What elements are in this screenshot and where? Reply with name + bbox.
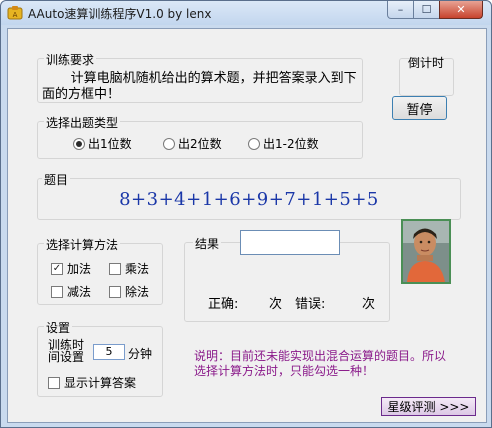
digit-type-label: 选择出题类型 bbox=[44, 114, 121, 131]
problem-group: 题目 8+3+4+1+6+9+7+1+5+5 bbox=[37, 171, 461, 220]
checkbox-label: 显示计算答案 bbox=[64, 376, 137, 390]
result-label: 结果 bbox=[193, 235, 222, 252]
user-photo bbox=[401, 219, 451, 284]
requirements-label: 训练要求 bbox=[44, 51, 97, 68]
checkbox-indicator bbox=[109, 285, 121, 298]
method-label: 选择计算方法 bbox=[44, 236, 121, 253]
wrong-unit: 次 bbox=[362, 297, 376, 312]
requirements-text: 计算电脑机随机给出的算术题，并把答案录入到下面的方框中！ bbox=[42, 71, 357, 102]
time-input[interactable]: 5 bbox=[93, 344, 125, 360]
countdown-panel: 倒计时 bbox=[399, 56, 454, 96]
checkbox-label: 减法 bbox=[67, 285, 92, 299]
checkbox-division[interactable]: 除法 bbox=[109, 283, 149, 300]
time-setting-label: 训练时间设置 bbox=[48, 338, 85, 364]
problem-expression: 8+3+4+1+6+9+7+1+5+5 bbox=[119, 189, 379, 210]
checkbox-subtraction[interactable]: 减法 bbox=[51, 283, 91, 300]
checkbox-indicator bbox=[109, 262, 121, 275]
wrong-label: 错误: bbox=[295, 297, 326, 312]
window-title: AAuto速算训练程序V1.0 by lenx bbox=[28, 7, 212, 21]
answer-input[interactable] bbox=[240, 230, 340, 255]
radio-label: 出1位数 bbox=[88, 137, 132, 151]
close-button[interactable]: ✕ bbox=[439, 1, 483, 19]
radio-label: 出1-2位数 bbox=[263, 137, 319, 151]
app-window: A AAuto速算训练程序V1.0 by lenx – ☐ ✕ 训练要求 计算电… bbox=[0, 0, 492, 428]
checkbox-indicator bbox=[48, 376, 60, 389]
radio-selected-dot bbox=[76, 140, 82, 147]
checkbox-addition[interactable]: ✓ 加法 bbox=[51, 260, 91, 277]
correct-label: 正确: bbox=[208, 297, 239, 312]
checkbox-label: 除法 bbox=[125, 285, 150, 299]
checkbox-multiplication[interactable]: 乘法 bbox=[109, 260, 149, 277]
svg-text:A: A bbox=[13, 11, 18, 19]
app-icon: A bbox=[7, 6, 23, 20]
child-portrait-image bbox=[403, 221, 449, 282]
checkbox-label: 加法 bbox=[67, 262, 92, 276]
radio-indicator bbox=[163, 137, 175, 150]
checkbox-indicator bbox=[51, 285, 63, 298]
radio-indicator bbox=[248, 137, 260, 150]
time-unit-label: 分钟 bbox=[128, 347, 153, 361]
checkbox-show-answer[interactable]: 显示计算答案 bbox=[48, 374, 136, 391]
pause-button[interactable]: 暂停 bbox=[392, 96, 447, 120]
settings-label: 设置 bbox=[44, 319, 73, 336]
minimize-button[interactable]: – bbox=[387, 1, 414, 19]
note-text: 说明：目前还未能实现出混合运算的题目。所以选择计算方法时，只能勾选一种！ bbox=[194, 349, 447, 378]
title-bar[interactable]: A AAuto速算训练程序V1.0 by lenx – ☐ ✕ bbox=[1, 1, 491, 25]
maximize-button[interactable]: ☐ bbox=[413, 1, 440, 19]
radio-one-digit[interactable]: 出1位数 bbox=[73, 135, 132, 152]
correct-unit: 次 bbox=[269, 297, 283, 312]
radio-label: 出2位数 bbox=[178, 137, 222, 151]
radio-indicator bbox=[73, 137, 85, 150]
countdown-label: 倒计时 bbox=[408, 56, 445, 70]
requirements-panel: 训练要求 计算电脑机随机给出的算术题，并把答案录入到下面的方框中！ bbox=[37, 51, 363, 103]
checkbox-indicator: ✓ bbox=[51, 262, 63, 275]
checkbox-label: 乘法 bbox=[125, 262, 150, 276]
radio-one-two-digit[interactable]: 出1-2位数 bbox=[248, 135, 319, 152]
problem-label: 题目 bbox=[42, 171, 71, 188]
star-rating-button[interactable]: 星级评测 >>> bbox=[381, 397, 476, 416]
radio-two-digit[interactable]: 出2位数 bbox=[163, 135, 222, 152]
